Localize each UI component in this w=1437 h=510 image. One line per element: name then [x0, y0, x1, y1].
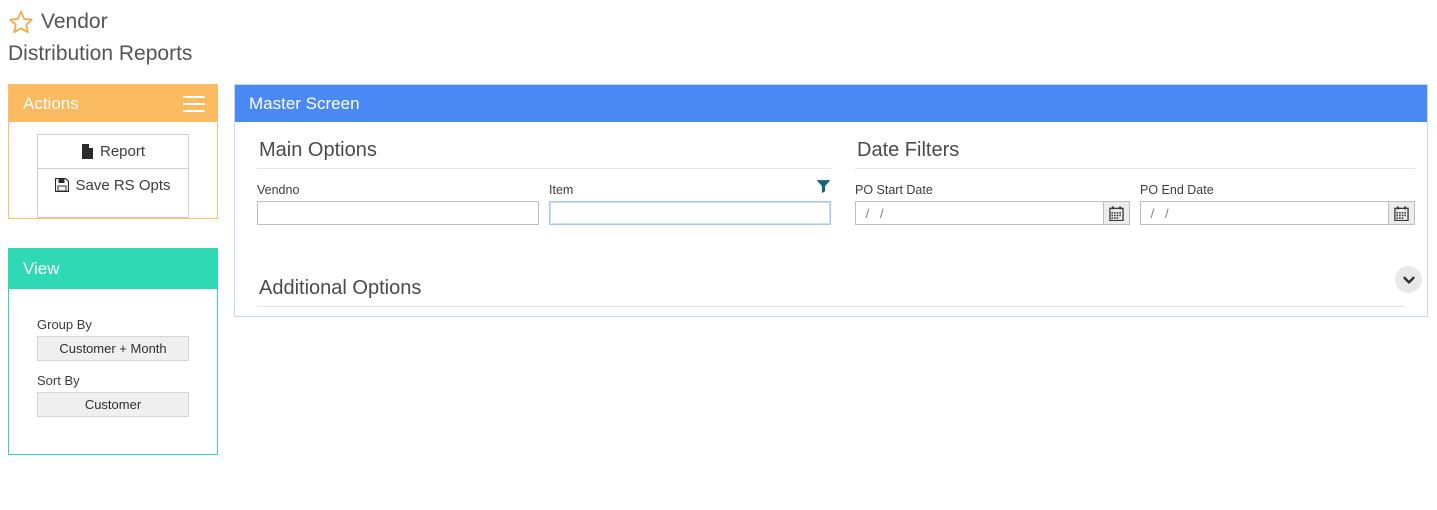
- view-panel-title: View: [23, 259, 60, 278]
- calendar-icon: [1109, 205, 1124, 221]
- item-label: Item: [549, 183, 574, 197]
- save-rs-opts-button-label: Save RS Opts: [75, 176, 171, 194]
- view-panel-header: View: [9, 249, 217, 289]
- vendno-input[interactable]: [257, 201, 539, 225]
- main-options-title: Main Options: [257, 122, 831, 169]
- view-panel: View Group By Customer + Month Sort By C…: [8, 248, 218, 455]
- po-start-date-input[interactable]: [855, 201, 1103, 225]
- group-by-select[interactable]: Customer + Month: [37, 336, 189, 361]
- item-field-group: Item: [549, 180, 831, 225]
- date-filters-section: Date Filters PO Start Date / / PO End Da…: [843, 122, 1427, 225]
- master-screen-header: Master Screen: [235, 85, 1427, 122]
- date-filters-title: Date Filters: [855, 122, 1415, 169]
- main-options-section: Main Options Vendno Item: [245, 122, 843, 225]
- actions-panel: Actions Report Save RS Opts: [8, 84, 218, 219]
- view-panel-body: Group By Customer + Month Sort By Custom…: [9, 289, 217, 454]
- report-button[interactable]: Report: [38, 135, 188, 168]
- master-screen-title: Master Screen: [249, 93, 360, 113]
- vendno-field-group: Vendno: [257, 183, 539, 225]
- funnel-filter-icon[interactable]: [816, 179, 831, 199]
- po-start-date-label: PO Start Date: [855, 183, 933, 197]
- actions-panel-title: Actions: [23, 93, 79, 113]
- page-title-text-secondary: Distribution Reports: [8, 42, 193, 65]
- calendar-icon: [1394, 205, 1409, 221]
- sort-by-label: Sort By: [37, 373, 80, 388]
- po-end-date-field-group: PO End Date: [1140, 183, 1415, 225]
- additional-options-section: Additional Options: [235, 260, 1427, 307]
- master-screen-panel: Master Screen Main Options Vendno Item D…: [234, 84, 1428, 317]
- star-outline-icon: [8, 9, 34, 35]
- chevron-down-icon[interactable]: [1395, 266, 1422, 293]
- save-rs-opts-button[interactable]: Save RS Opts: [38, 168, 188, 201]
- floppy-disk-save-icon: [55, 178, 70, 192]
- main-options-fields: Vendno Item: [257, 169, 831, 225]
- master-screen-body: Main Options Vendno Item Date Filters PO…: [235, 122, 1427, 316]
- date-filters-fields: PO Start Date / / PO End Date / /: [855, 169, 1415, 225]
- po-start-date-field-group: PO Start Date: [855, 183, 1130, 225]
- actions-button-group: Report Save RS Opts: [37, 134, 189, 218]
- sort-by-select[interactable]: Customer: [37, 392, 189, 417]
- actions-panel-header: Actions: [9, 85, 217, 122]
- page-title-line-1: Vendor: [8, 4, 228, 40]
- item-input[interactable]: [549, 201, 831, 225]
- additional-options-title: Additional Options: [257, 260, 1405, 307]
- po-end-date-label: PO End Date: [1140, 183, 1214, 197]
- page-title: Vendor Distribution Reports: [8, 4, 228, 66]
- po-end-date-input[interactable]: [1140, 201, 1388, 225]
- vendno-label: Vendno: [257, 183, 300, 197]
- po-end-date-calendar-button[interactable]: [1387, 201, 1415, 225]
- file-document-icon: [81, 144, 94, 159]
- hamburger-menu-icon[interactable]: [183, 95, 205, 112]
- master-screen-sections: Main Options Vendno Item Date Filters PO…: [235, 122, 1427, 225]
- group-by-label: Group By: [37, 317, 92, 332]
- report-button-label: Report: [99, 143, 146, 160]
- actions-panel-body: Report Save RS Opts: [9, 122, 217, 218]
- po-start-date-calendar-button[interactable]: [1102, 201, 1130, 225]
- page-title-text-primary: Vendor: [41, 10, 108, 33]
